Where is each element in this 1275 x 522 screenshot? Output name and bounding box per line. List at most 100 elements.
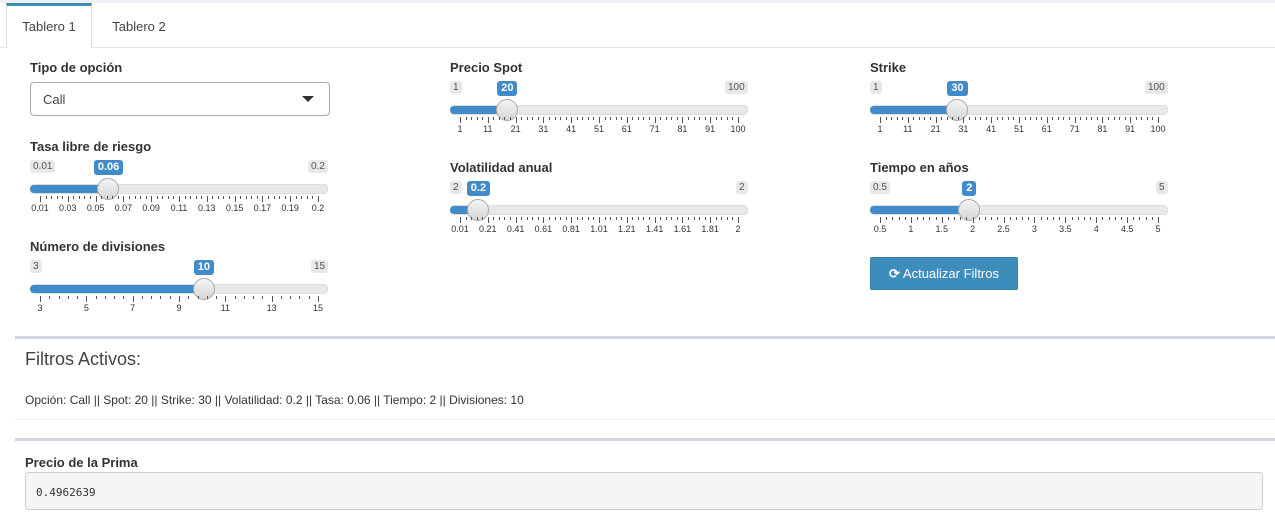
tasa-tick-minor bbox=[223, 196, 225, 199]
divisiones-tick-major bbox=[225, 296, 227, 302]
strike-tick-label: 100 bbox=[1150, 124, 1166, 134]
filters-box bbox=[15, 336, 1275, 421]
volatilidad-track[interactable] bbox=[450, 205, 748, 215]
divisiones-handle[interactable] bbox=[192, 278, 215, 300]
spot-tick-minor bbox=[526, 117, 528, 120]
tasa-tick-minor bbox=[184, 196, 186, 199]
tipo-select[interactable]: Call bbox=[30, 82, 330, 116]
strike-tick-label: 81 bbox=[1097, 124, 1108, 134]
tiempo-tick-minor bbox=[1052, 217, 1054, 220]
refresh-icon: ⟳ bbox=[889, 266, 900, 281]
volatilidad-tick-major bbox=[654, 217, 656, 223]
tiempo-tick-minor bbox=[917, 217, 919, 220]
volatilidad-tick-label: 1.41 bbox=[645, 224, 664, 234]
strike-tick-minor bbox=[968, 117, 970, 120]
volatilidad-tick-minor bbox=[721, 217, 723, 220]
tiempo-tick-minor bbox=[1022, 217, 1024, 220]
tasa-tick-minor bbox=[167, 196, 169, 199]
price-label: Precio de la Prima bbox=[25, 455, 138, 470]
spot-tick-label: 81 bbox=[677, 124, 688, 134]
divisiones-label: Número de divisiones bbox=[30, 239, 166, 254]
tab-tablero-2[interactable]: Tablero 2 bbox=[100, 3, 178, 47]
divisiones-tick-major bbox=[179, 296, 180, 302]
tasa-tick-minor bbox=[229, 196, 231, 199]
tiempo-min-label: 0.5 bbox=[870, 181, 890, 194]
spot-tick-minor bbox=[610, 117, 612, 120]
strike-tick-minor bbox=[1096, 117, 1098, 120]
tiempo-tick-minor bbox=[1133, 217, 1135, 220]
volatilidad-tick-major bbox=[460, 217, 461, 223]
spot-max-label: 100 bbox=[725, 81, 748, 94]
spot-tick-minor bbox=[587, 117, 589, 120]
spot-tick-label: 91 bbox=[705, 124, 716, 134]
tiempo-tick-minor bbox=[1151, 217, 1153, 220]
divisiones-max-label: 15 bbox=[311, 260, 329, 273]
tasa-tick-minor bbox=[45, 196, 47, 199]
volatilidad-tick-minor bbox=[510, 217, 512, 220]
divisiones-tick-major bbox=[40, 296, 41, 302]
volatilidad-tick-minor bbox=[526, 217, 528, 220]
volatilidad-tick-label: 1.01 bbox=[590, 224, 608, 234]
spot-tick-label: 100 bbox=[730, 124, 746, 134]
tiempo-tick-label: 1 bbox=[908, 224, 914, 234]
tasa-tick-minor bbox=[273, 196, 275, 199]
divisiones-min-label: 3 bbox=[30, 260, 42, 273]
tasa-tick-major bbox=[262, 196, 264, 202]
tiempo-tick-minor bbox=[1028, 217, 1030, 220]
update-filters-button[interactable]: ⟳ Actualizar Filtros bbox=[870, 257, 1018, 290]
tiempo-tick-minor bbox=[991, 217, 993, 220]
spot-tick-minor bbox=[554, 117, 556, 120]
spot-tick-minor bbox=[726, 117, 728, 120]
strike-tick-minor bbox=[1007, 117, 1009, 120]
spot-tick-major bbox=[738, 117, 739, 123]
strike-tick-label: 61 bbox=[1041, 124, 1052, 134]
tasa-tick-minor bbox=[162, 196, 164, 199]
spot-tick-minor bbox=[476, 117, 478, 120]
tasa-tick-minor bbox=[301, 196, 303, 199]
tasa-tick-minor bbox=[251, 196, 253, 199]
tiempo-tick-major bbox=[910, 217, 912, 223]
spot-tick-minor bbox=[637, 117, 639, 120]
tiempo-tick-minor bbox=[935, 217, 937, 220]
divisiones-tick-minor bbox=[67, 296, 69, 299]
tasa-tick-minor bbox=[145, 196, 147, 199]
strike-tick-minor bbox=[1002, 117, 1004, 120]
divisiones-tick-minor bbox=[123, 296, 125, 299]
strike-tick-label: 91 bbox=[1125, 124, 1136, 134]
tab-tablero-1[interactable]: Tablero 1 bbox=[6, 3, 92, 48]
tiempo-tick-minor bbox=[1090, 217, 1092, 220]
strike-tick-minor bbox=[1041, 117, 1043, 120]
tiempo-tick-minor bbox=[1114, 217, 1116, 220]
strike-tick-minor bbox=[1113, 117, 1115, 120]
spot-tick-major bbox=[599, 117, 600, 123]
divisiones-tick-minor bbox=[290, 296, 292, 299]
divisiones-tick-minor bbox=[197, 296, 199, 299]
volatilidad-tick-label: 0.01 bbox=[451, 224, 469, 234]
tiempo-tick-minor bbox=[1059, 217, 1061, 220]
volatilidad-min-label: 2 bbox=[450, 181, 462, 194]
volatilidad-tick-minor bbox=[504, 217, 506, 220]
strike-tick-minor bbox=[957, 117, 959, 120]
spot-tick-minor bbox=[643, 117, 645, 120]
volatilidad-tick-major bbox=[738, 217, 739, 223]
strike-label: Strike bbox=[870, 60, 907, 75]
strike-tick-minor bbox=[1052, 117, 1054, 120]
tiempo-handle[interactable] bbox=[958, 199, 981, 221]
tiempo-tick-minor bbox=[1102, 217, 1104, 220]
tasa-tick-minor bbox=[195, 196, 197, 199]
spot-tick-minor bbox=[699, 117, 701, 120]
volatilidad-tick-minor bbox=[537, 217, 539, 220]
divisiones-tick-major bbox=[132, 296, 134, 302]
tiempo-tick-label: 0.5 bbox=[873, 224, 887, 234]
volatilidad-tick-minor bbox=[732, 217, 734, 220]
strike-current-value: 30 bbox=[947, 81, 968, 96]
strike-tick-minor bbox=[1024, 117, 1026, 120]
divisiones-tick-minor bbox=[234, 296, 236, 299]
spot-tick-minor bbox=[615, 117, 617, 120]
spot-tick-label: 11 bbox=[483, 124, 493, 134]
volatilidad-tick-minor bbox=[676, 217, 678, 220]
tasa-tick-label: 0.09 bbox=[142, 203, 160, 213]
volatilidad-tick-minor bbox=[665, 217, 667, 220]
tasa-tick-minor bbox=[140, 196, 142, 199]
tiempo-tick-major bbox=[1003, 217, 1005, 223]
